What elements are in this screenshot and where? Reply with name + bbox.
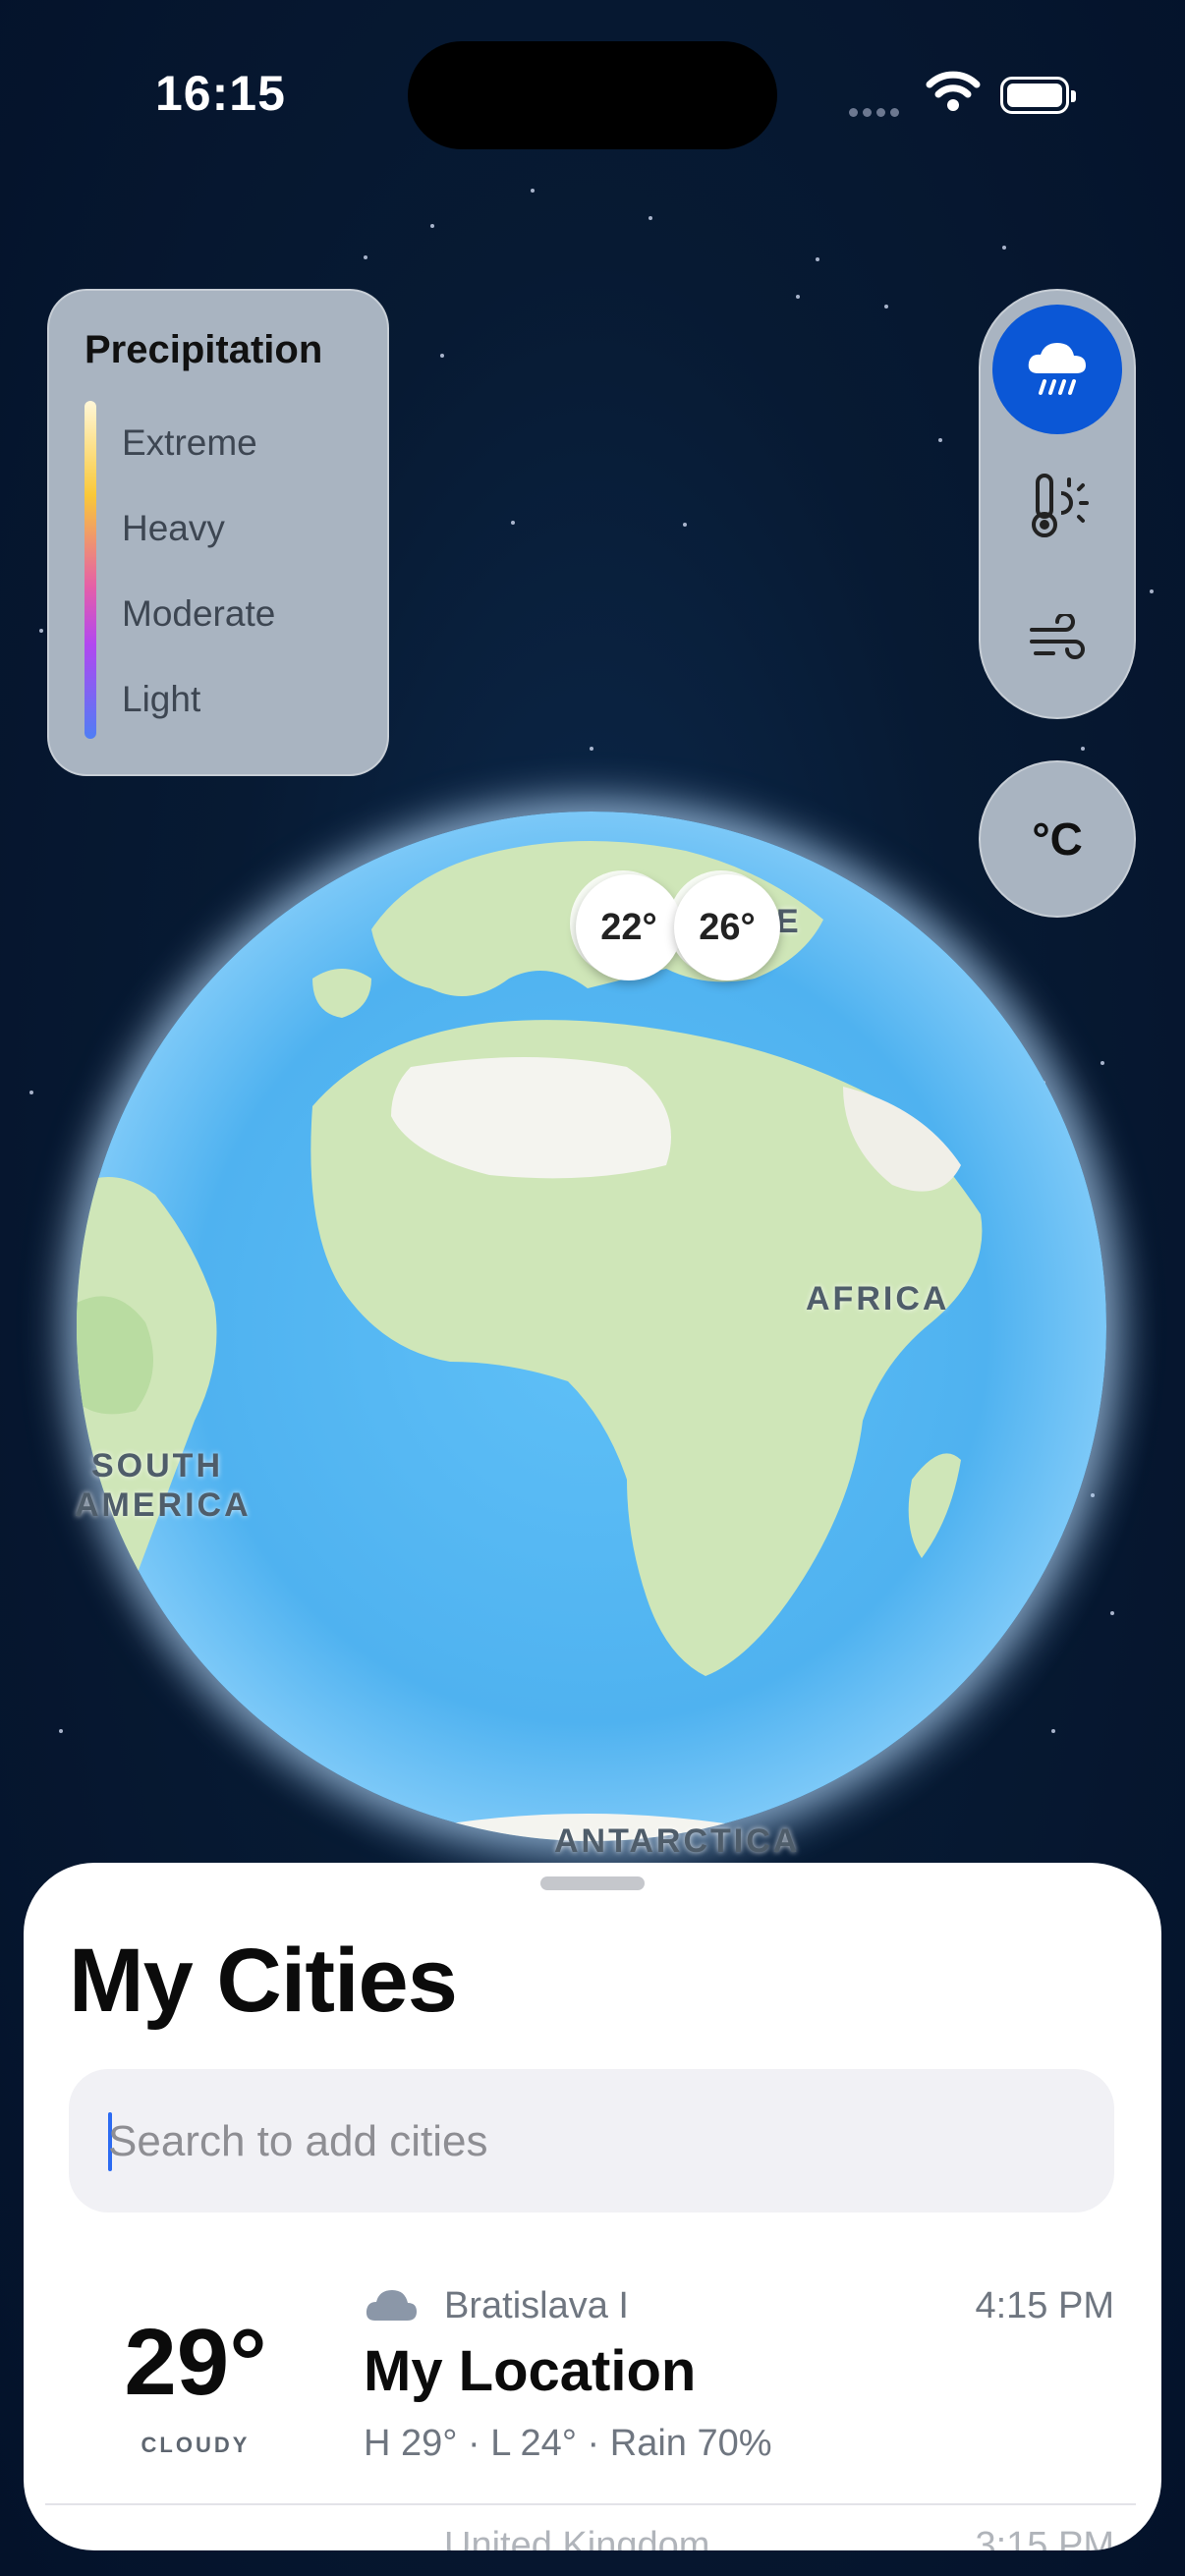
sheet-title: My Cities (69, 1931, 458, 2031)
star (1051, 1729, 1055, 1733)
legend-item-heavy: Heavy (122, 508, 225, 548)
temperature-pin[interactable]: 22° (576, 874, 682, 980)
star (59, 1729, 63, 1733)
map-label-europe-partial: E (776, 903, 802, 940)
sheet-grabber[interactable] (540, 1876, 645, 1890)
cellular-signal-icon (849, 104, 904, 122)
star (1002, 246, 1006, 250)
star (796, 295, 800, 299)
city-local-time: 4:15 PM (975, 2285, 1114, 2326)
city-name: My Location (364, 2339, 697, 2403)
star (649, 216, 652, 220)
legend-color-scale (85, 401, 96, 739)
star (430, 224, 434, 228)
star (1110, 1611, 1114, 1615)
temperature-icon (1032, 474, 1089, 537)
star (1150, 589, 1154, 593)
search-field[interactable] (69, 2069, 1114, 2212)
precipitation-legend: Precipitation Extreme Heavy Moderate Lig… (47, 289, 389, 776)
precipitation-icon (1028, 343, 1086, 395)
city-high-low-rain: H 29° · L 24° · Rain 70% (364, 2423, 772, 2464)
search-input[interactable] (108, 2102, 1071, 2181)
map-label-africa: AFRICA (806, 1280, 950, 1317)
star (29, 1091, 33, 1094)
city-row-next[interactable]: United Kingdom 3:15 PM (24, 2511, 1161, 2550)
my-cities-sheet: My Cities 29° CLOUDY Bratislava I 4:15 P… (24, 1863, 1161, 2550)
map-layer-switcher (979, 289, 1136, 719)
city-condition: CLOUDY (141, 2433, 251, 2457)
wind-icon (1030, 614, 1085, 659)
star (590, 747, 593, 751)
wifi-icon (926, 71, 981, 117)
star (531, 189, 535, 193)
battery-icon (1000, 77, 1076, 114)
layer-precipitation-button[interactable] (992, 305, 1122, 434)
cloud-icon (366, 2290, 417, 2321)
city-place: Bratislava I (444, 2285, 629, 2326)
star (683, 523, 687, 527)
legend-item-extreme: Extreme (122, 422, 257, 463)
map-label-antarctica: ANTARCTICA (554, 1822, 801, 1860)
row-divider (45, 2503, 1136, 2505)
legend-title: Precipitation (85, 328, 323, 371)
city-local-time: 3:15 PM (975, 2525, 1114, 2550)
city-temperature: 29° (124, 2310, 267, 2415)
dynamic-island (408, 41, 777, 149)
layer-wind-button[interactable] (992, 576, 1122, 705)
star (1081, 747, 1085, 751)
star (938, 438, 942, 442)
status-time: 16:15 (155, 66, 286, 121)
legend-item-light: Light (122, 679, 201, 719)
star (511, 521, 515, 525)
star (440, 354, 444, 358)
layer-temperature-button[interactable] (992, 440, 1122, 570)
star (1100, 1061, 1104, 1065)
star (816, 257, 819, 261)
legend-item-moderate: Moderate (122, 593, 276, 634)
unit-toggle-button[interactable]: °C (979, 760, 1136, 918)
city-row-my-location[interactable]: 29° CLOUDY Bratislava I 4:15 PM My Locat… (24, 2268, 1161, 2503)
star (39, 629, 43, 633)
city-place: United Kingdom (444, 2525, 710, 2550)
star (364, 255, 367, 259)
star (884, 305, 888, 308)
temperature-pin[interactable]: 26° (674, 874, 780, 980)
map-label-south-america: SOUTH AMERICA (75, 1447, 252, 1524)
